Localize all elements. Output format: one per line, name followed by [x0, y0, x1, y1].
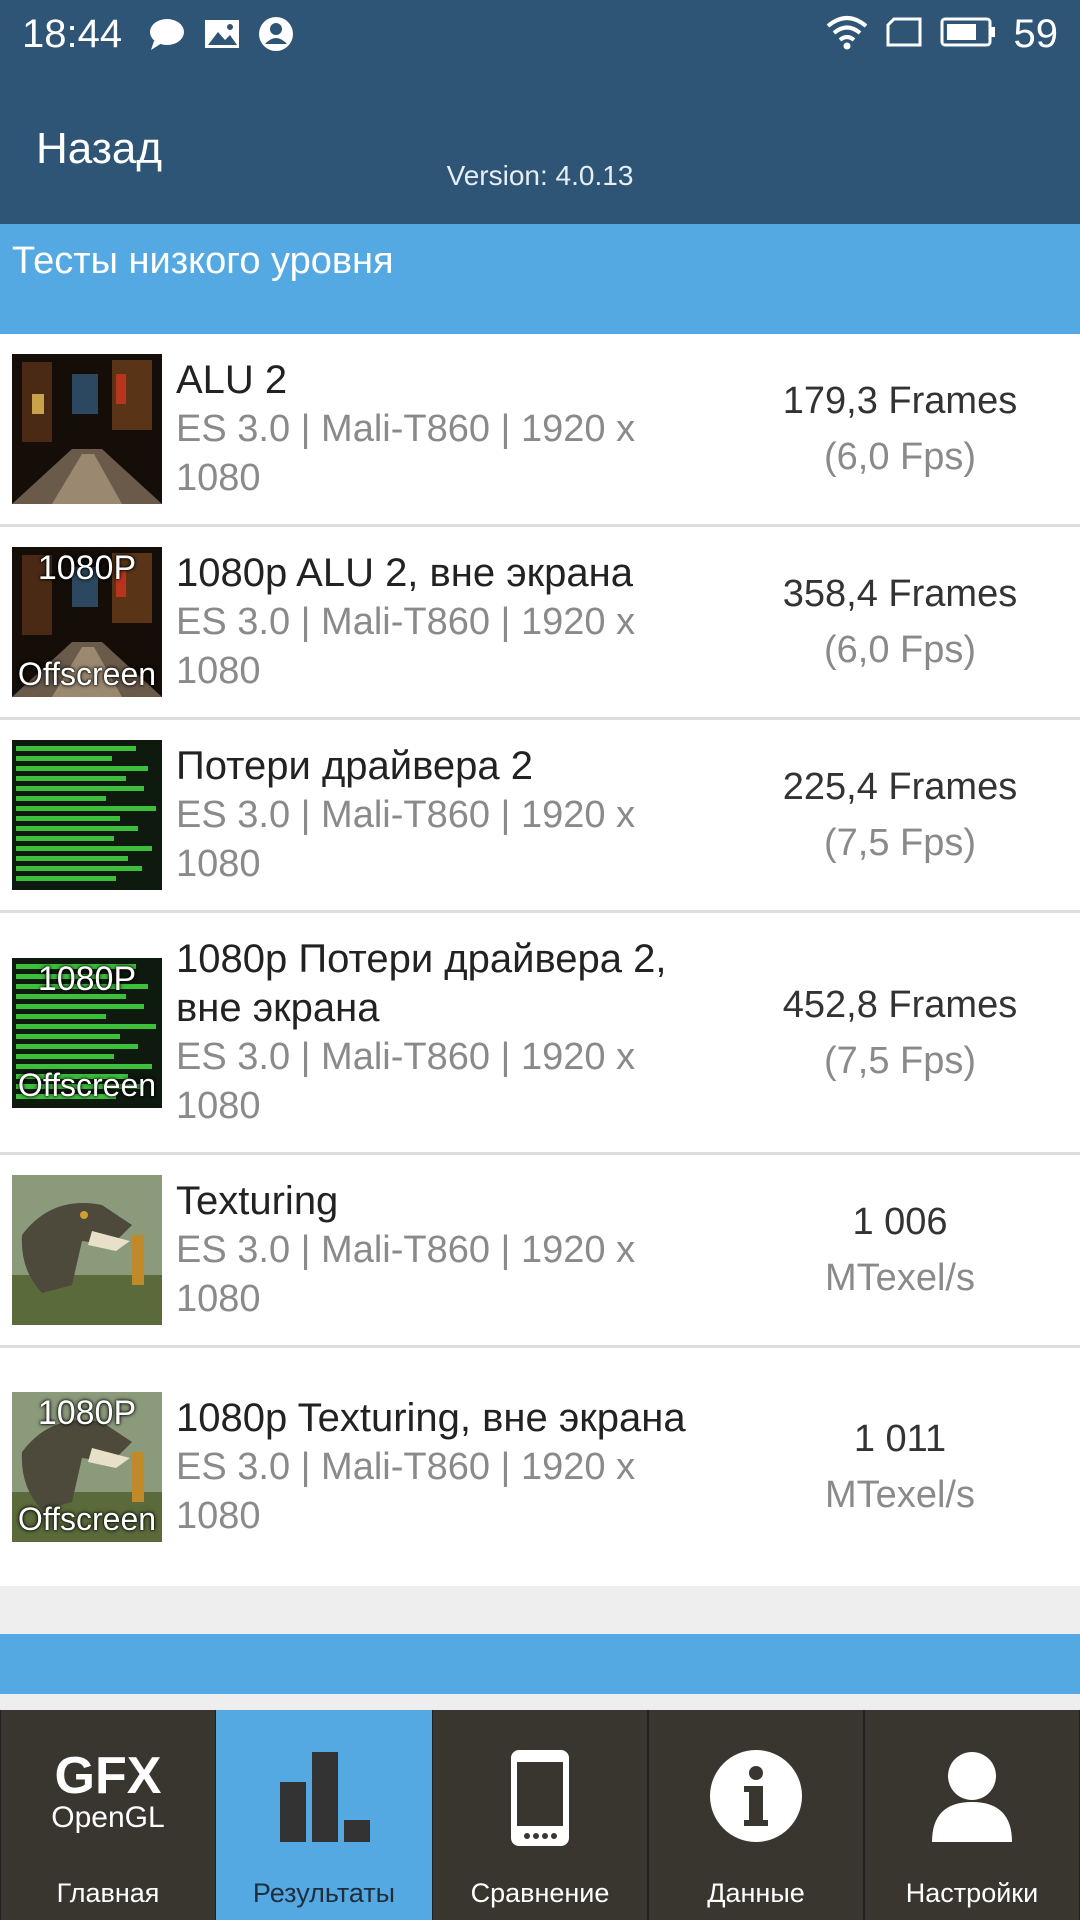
- resolution-tag: 1080P: [37, 1394, 137, 1432]
- result-value: 179,3 Frames: [782, 380, 1018, 422]
- test-result: 225,4 Frames (7,5 Fps): [760, 759, 1040, 871]
- test-name: 1080p Texturing, вне экрана: [176, 1395, 686, 1440]
- driver-overhead-offscreen-thumbnail: 1080P Offscreen: [12, 957, 162, 1108]
- resolution-tag: 1080P: [37, 959, 137, 998]
- result-rate: MTexel/s: [825, 1257, 975, 1299]
- alu-thumbnail: [12, 354, 162, 504]
- result-value: 1 011: [853, 1418, 947, 1460]
- section-title: Тесты низкого уровня: [12, 240, 394, 282]
- tab-label: Данные: [707, 1878, 805, 1908]
- offscreen-tag: Offscreen: [17, 1501, 157, 1537]
- battery-percent: 59: [1013, 12, 1059, 56]
- logo-opengl: OpenGL: [51, 1801, 165, 1834]
- smartphone-icon: [433, 1748, 647, 1848]
- result-row-alu2-offscreen[interactable]: 1080P Offscreen 1080p ALU 2, вне экрана …: [0, 527, 1080, 720]
- bar-chart-icon: [217, 1748, 431, 1848]
- status-bar: 18:44 59: [0, 0, 1080, 76]
- gfx-opengl-logo: GFX OpenGL: [1, 1750, 215, 1834]
- result-row-texturing[interactable]: Texturing ES 3.0 | Mali-T860 | 1920 x 10…: [0, 1155, 1080, 1348]
- sim-card-icon: [886, 17, 922, 52]
- logo-gfx: GFX: [54, 1747, 162, 1805]
- tab-label: Главная: [56, 1878, 160, 1908]
- result-rate: (6,0 Fps): [823, 629, 977, 671]
- tab-compare[interactable]: Сравнение: [432, 1710, 648, 1920]
- section-header: Тесты низкого уровня: [0, 224, 1080, 334]
- test-description: ES 3.0 | Mali-T860 | 1920 x 1080: [176, 1035, 636, 1127]
- offscreen-tag: Offscreen: [17, 1066, 157, 1103]
- test-description: ES 3.0 | Mali-T860 | 1920 x 1080: [176, 1228, 636, 1320]
- result-row-texturing-offscreen[interactable]: 1080P Offscreen 1080p Texturing, вне экр…: [0, 1348, 1080, 1586]
- driver-overhead-thumbnail: [12, 740, 162, 890]
- tab-label: Сравнение: [470, 1878, 610, 1908]
- test-name: 1080p ALU 2, вне экрана: [176, 550, 633, 595]
- tab-results[interactable]: Результаты: [216, 1710, 432, 1920]
- result-row-alu2[interactable]: ALU 2 ES 3.0 | Mali-T860 | 1920 x 1080 1…: [0, 334, 1080, 527]
- test-description: ES 3.0 | Mali-T860 | 1920 x 1080: [176, 1445, 636, 1537]
- test-result: 358,4 Frames (6,0 Fps): [760, 566, 1040, 678]
- result-rate: MTexel/s: [825, 1474, 975, 1516]
- tab-settings[interactable]: Настройки: [864, 1710, 1080, 1920]
- test-name: ALU 2: [176, 357, 288, 402]
- chat-notification-icon: [148, 17, 186, 56]
- texturing-offscreen-thumbnail: 1080P Offscreen: [12, 1392, 162, 1542]
- result-value: 358,4 Frames: [782, 573, 1018, 615]
- tab-home[interactable]: GFX OpenGL Главная: [0, 1710, 216, 1920]
- result-rate: (7,5 Fps): [823, 1039, 977, 1082]
- bottom-tab-bar: GFX OpenGL Главная Результаты Сравнение …: [0, 1710, 1080, 1920]
- test-result: 1 006 MTexel/s: [760, 1194, 1040, 1306]
- alu-offscreen-thumbnail: 1080P Offscreen: [12, 547, 162, 697]
- battery-icon: [940, 17, 996, 52]
- status-time: 18:44: [22, 12, 123, 56]
- resolution-tag: 1080P: [37, 549, 137, 587]
- result-value: 1 006: [852, 1201, 948, 1243]
- bottom-section-strip: [0, 1634, 1080, 1694]
- version-label: Version: 4.0.13: [446, 160, 634, 191]
- user-icon: [865, 1748, 1079, 1844]
- tab-label: Настройки: [905, 1878, 1039, 1908]
- account-notification-icon: [258, 16, 294, 57]
- result-row-driver-overhead-offscreen[interactable]: 1080P Offscreen 1080p Потери драйвера 2,…: [0, 913, 1080, 1155]
- test-description: ES 3.0 | Mali-T860 | 1920 x 1080: [176, 600, 636, 692]
- test-name: Потери драйвера 2: [176, 743, 534, 788]
- result-rate: (6,0 Fps): [823, 436, 977, 478]
- result-row-driver-overhead[interactable]: Потери драйвера 2 ES 3.0 | Mali-T860 | 1…: [0, 720, 1080, 913]
- image-notification-icon: [204, 18, 240, 55]
- texturing-thumbnail: [12, 1175, 162, 1325]
- test-description: ES 3.0 | Mali-T860 | 1920 x 1080: [176, 407, 636, 499]
- test-result: 452,8 Frames (7,5 Fps): [760, 977, 1040, 1089]
- test-name: Texturing: [176, 1178, 339, 1223]
- result-rate: (7,5 Fps): [823, 822, 977, 864]
- result-value: 452,8 Frames: [782, 983, 1018, 1026]
- results-list: ALU 2 ES 3.0 | Mali-T860 | 1920 x 1080 1…: [0, 334, 1080, 1586]
- app-bar: Назад Version: 4.0.13: [0, 76, 1080, 224]
- tab-label: Результаты: [252, 1878, 396, 1908]
- offscreen-tag: Offscreen: [17, 656, 157, 692]
- info-icon: [649, 1748, 863, 1844]
- result-value: 225,4 Frames: [782, 766, 1018, 808]
- test-result: 179,3 Frames (6,0 Fps): [760, 373, 1040, 485]
- tab-data[interactable]: Данные: [648, 1710, 864, 1920]
- test-result: 1 011 MTexel/s: [760, 1411, 1040, 1523]
- wifi-icon: [826, 14, 868, 55]
- test-description: ES 3.0 | Mali-T860 | 1920 x 1080: [176, 793, 636, 885]
- test-name: 1080p Потери драйвера 2, вне экрана: [176, 936, 667, 1030]
